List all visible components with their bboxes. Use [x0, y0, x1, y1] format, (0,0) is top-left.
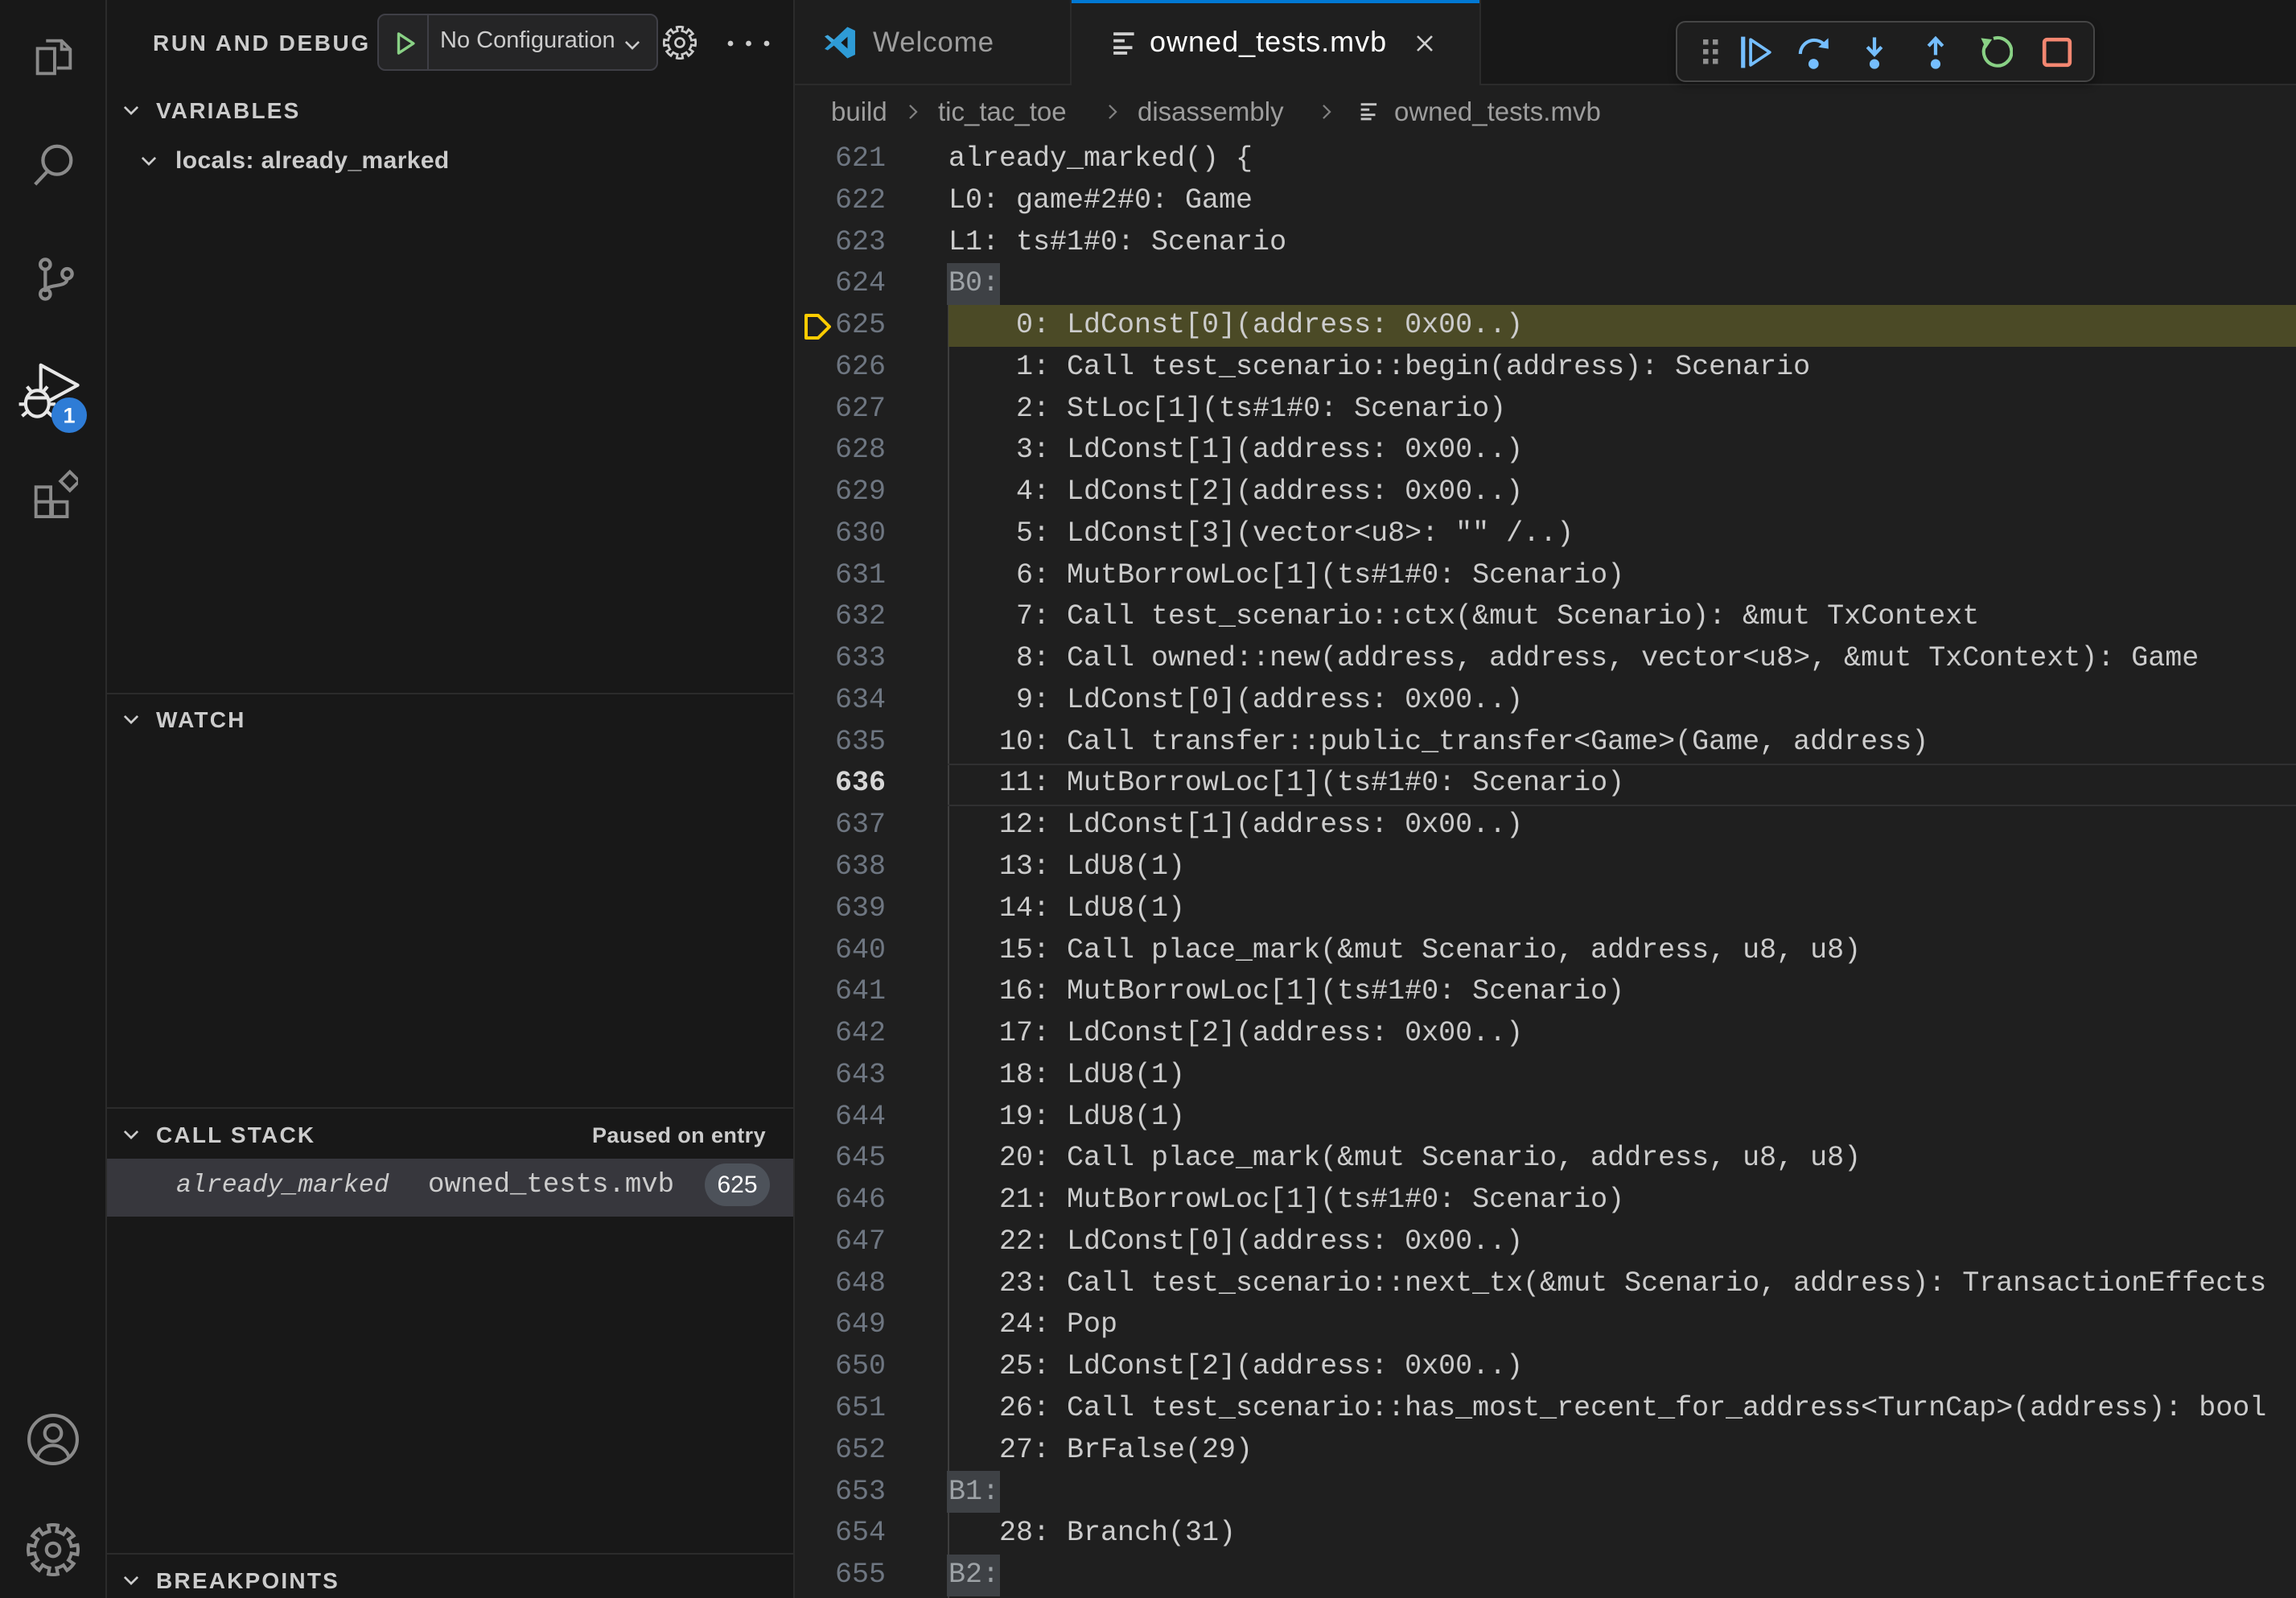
svg-text:1: 1	[63, 404, 75, 428]
